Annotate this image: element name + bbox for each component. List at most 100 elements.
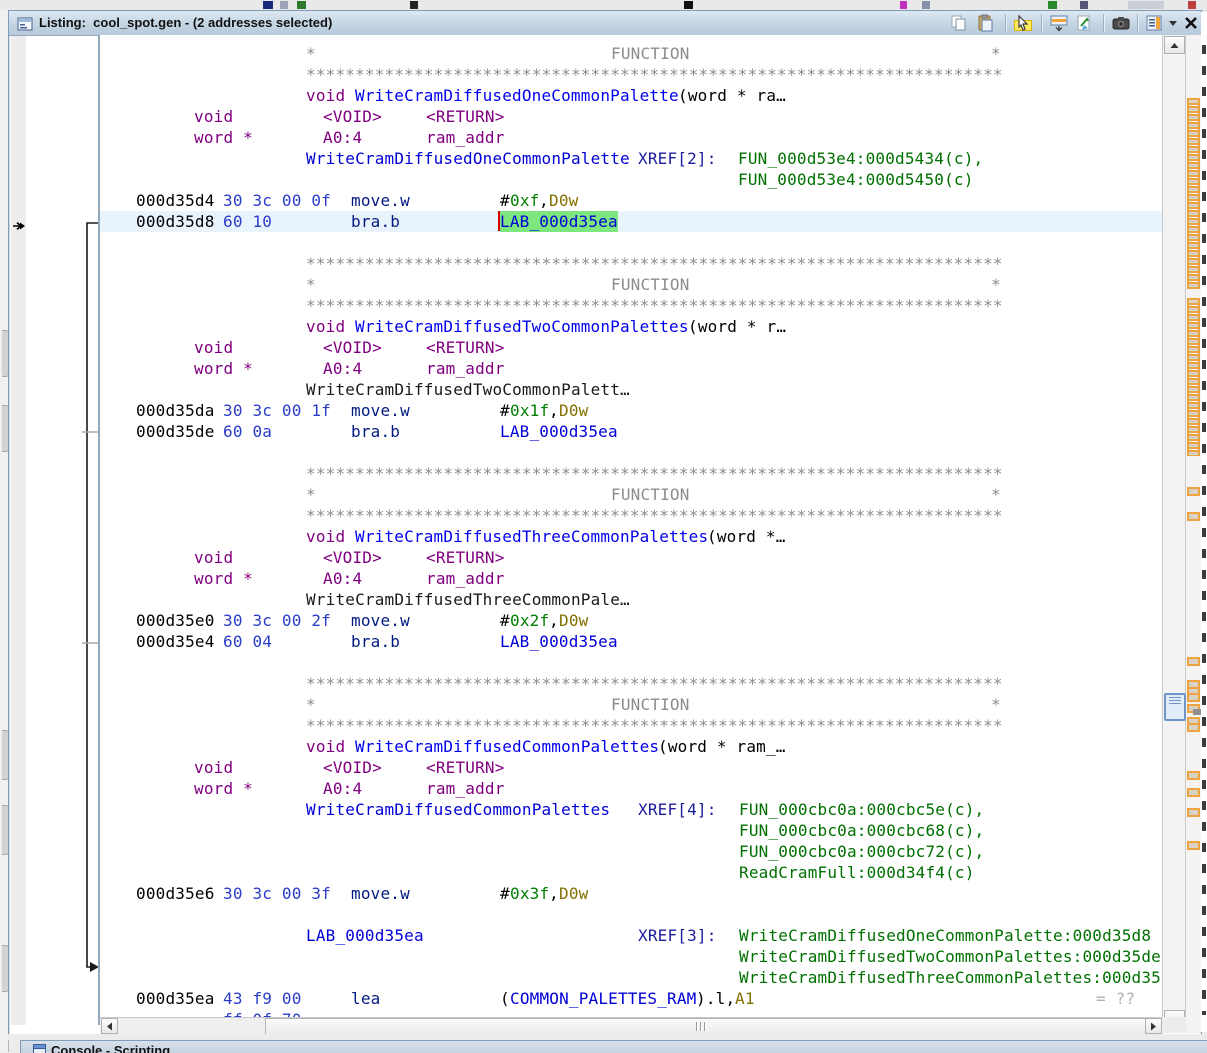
listing-field[interactable]: bra.b — [351, 631, 400, 652]
listing-field[interactable]: 000d35de — [136, 421, 215, 442]
listing-line[interactable]: void<VOID><RETURN> — [100, 547, 1162, 568]
listing-field[interactable]: 000d35ea — [136, 988, 215, 1009]
listing-field[interactable]: ram_addr — [426, 568, 505, 589]
listing-field[interactable]: 60 04 — [223, 631, 272, 652]
listing-line[interactable]: ****************************************… — [100, 463, 1162, 484]
listing-field[interactable]: ****************************************… — [306, 505, 1003, 526]
listing-field[interactable]: XREF[4]: — [638, 799, 717, 820]
listing-field[interactable]: ****************************************… — [306, 295, 1003, 316]
marker[interactable] — [1187, 808, 1200, 817]
marker-band[interactable] — [1187, 298, 1200, 456]
listing-titlebar[interactable]: Listing: cool_spot.gen - (2 addresses se… — [9, 11, 1201, 36]
listing-field[interactable]: = ?? — [1096, 988, 1135, 1009]
listing-field[interactable]: ****************************************… — [306, 673, 1003, 694]
listing-field[interactable]: void — [306, 316, 345, 337]
listing-field[interactable]: void — [194, 757, 233, 778]
listing-field[interactable]: <VOID> — [323, 337, 382, 358]
listing-field[interactable]: D0w — [559, 610, 588, 631]
listing-line[interactable]: *FUNCTION* — [100, 484, 1162, 505]
scroll-left-button[interactable] — [101, 1018, 118, 1034]
marker[interactable] — [1187, 693, 1200, 702]
vertical-scrollbar[interactable] — [1162, 35, 1186, 1027]
listing-field[interactable]: word * — [194, 778, 253, 799]
marker[interactable] — [1187, 723, 1200, 732]
listing-line[interactable]: 000d35ea43 f9 00lea(COMMON_PALETTES_RAM)… — [100, 988, 1162, 1009]
listing-line[interactable]: *FUNCTION* — [100, 694, 1162, 715]
listing-field[interactable]: void — [306, 736, 345, 757]
marker[interactable] — [1187, 771, 1200, 780]
listing-field[interactable]: 000d35d8 — [136, 211, 215, 232]
listing-field[interactable]: bra.b — [351, 421, 400, 442]
listing-field[interactable]: WriteCramDiffusedTwoCommonPalett… — [306, 379, 630, 400]
listing-field[interactable]: 30 3c 00 1f — [223, 400, 331, 421]
listing-line[interactable]: 000d35de60 0abra.bLAB_000d35ea — [100, 421, 1162, 442]
listing-field[interactable]: FUNCTION — [611, 694, 690, 715]
edit-fields-icon[interactable] — [1073, 13, 1097, 33]
listing-field[interactable]: WriteCramDiffusedOneCommonPalette:000d35… — [739, 925, 1151, 946]
listing-field[interactable]: LAB_000d35ea — [306, 925, 424, 946]
listing-line[interactable]: voidWriteCramDiffusedTwoCommonPalettes(w… — [100, 316, 1162, 337]
listing-field[interactable]: A0:4 — [323, 358, 362, 379]
listing-field[interactable]: FUN_000d53e4:000d5434(c), — [738, 148, 983, 169]
listing-field[interactable]: XREF[3]: — [638, 925, 717, 946]
listing-field[interactable]: ( — [500, 988, 510, 1009]
listing-field[interactable]: <RETURN> — [426, 757, 505, 778]
listing-line[interactable]: ReadCramFull:000d34f4(c) — [100, 862, 1162, 883]
listing-field[interactable]: 30 3c 00 0f — [223, 190, 331, 211]
listing-field[interactable]: FUN_000cbc0a:000cbc72(c), — [739, 841, 984, 862]
listing-line[interactable]: 000d35e460 04bra.bLAB_000d35ea — [100, 631, 1162, 652]
listing-line[interactable]: ****************************************… — [100, 715, 1162, 736]
marker[interactable] — [1187, 657, 1200, 666]
listing-line[interactable]: FUN_000cbc0a:000cbc68(c), — [100, 820, 1162, 841]
marker-margin[interactable] — [1186, 35, 1201, 1033]
listing-field[interactable]: <RETURN> — [426, 547, 505, 568]
listing-field[interactable]: void — [194, 547, 233, 568]
listing-field[interactable]: 30 3c 00 2f — [223, 610, 331, 631]
scroll-up-button[interactable] — [1164, 36, 1185, 54]
toggle-header-icon[interactable] — [1047, 13, 1071, 33]
listing-field[interactable]: WriteCramDiffusedTwoCommonPalettes — [355, 316, 689, 337]
listing-line[interactable]: voidWriteCramDiffusedThreeCommonPalettes… — [100, 526, 1162, 547]
listing-field[interactable]: XREF[2]: — [638, 148, 717, 169]
listing-field[interactable]: lea — [351, 988, 380, 1009]
listing-field[interactable]: 60 10 — [223, 211, 272, 232]
listing-field[interactable]: # — [500, 400, 510, 421]
listing-line[interactable]: 000d35e030 3c 00 2fmove.w#0x2f,D0w — [100, 610, 1162, 631]
listing-field[interactable]: # — [500, 190, 510, 211]
listing-field[interactable]: * — [991, 484, 1001, 505]
listing-field[interactable]: * — [306, 694, 316, 715]
listing-field[interactable]: ****************************************… — [306, 253, 1003, 274]
listing-line[interactable]: word *A0:4ram_addr — [100, 358, 1162, 379]
listing-line[interactable]: ****************************************… — [100, 253, 1162, 274]
listing-line[interactable]: word *A0:4ram_addr — [100, 568, 1162, 589]
listing-field[interactable]: ****************************************… — [306, 463, 1003, 484]
marker-band[interactable] — [1187, 98, 1200, 289]
listing-field[interactable]: word * — [194, 127, 253, 148]
listing-field[interactable]: ****************************************… — [306, 64, 1003, 85]
listing-field[interactable]: void — [194, 337, 233, 358]
listing-line[interactable]: voidWriteCramDiffusedCommonPalettes(word… — [100, 736, 1162, 757]
listing-line[interactable]: WriteCramDiffusedThreeCommonPalettes:000… — [100, 967, 1162, 988]
console-window[interactable]: Console - Scripting — [20, 1040, 1207, 1053]
listing-line[interactable]: 000d35da30 3c 00 1fmove.w#0x1f,D0w — [100, 400, 1162, 421]
listing-field[interactable]: ram_addr — [426, 127, 505, 148]
listing-field[interactable]: A0:4 — [323, 778, 362, 799]
listing-field[interactable]: word * — [194, 568, 253, 589]
listing-field[interactable]: FUN_000d53e4:000d5450(c) — [738, 169, 974, 190]
listing-line[interactable]: 000d35e630 3c 00 3fmove.w#0x3f,D0w — [100, 883, 1162, 904]
listing-field[interactable]: ReadCramFull:000d34f4(c) — [739, 862, 975, 883]
listing-line[interactable]: void<VOID><RETURN> — [100, 757, 1162, 778]
listing-field[interactable]: void — [306, 85, 345, 106]
listing-field[interactable]: , — [539, 190, 549, 211]
listing-field[interactable]: 0x1f — [510, 400, 549, 421]
listing-line[interactable]: ****************************************… — [100, 673, 1162, 694]
listing-field[interactable]: move.w — [351, 883, 410, 904]
close-icon[interactable] — [1179, 13, 1203, 33]
listing-field[interactable]: D0w — [559, 400, 588, 421]
marker[interactable] — [1187, 487, 1200, 496]
listing-field[interactable]: * — [306, 43, 316, 64]
listing-panel[interactable]: *FUNCTION*******************************… — [100, 35, 1162, 1017]
listing-field[interactable]: void — [306, 526, 345, 547]
listing-field[interactable]: 0x3f — [510, 883, 549, 904]
listing-line[interactable]: WriteCramDiffusedCommonPalettesXREF[4]:F… — [100, 799, 1162, 820]
